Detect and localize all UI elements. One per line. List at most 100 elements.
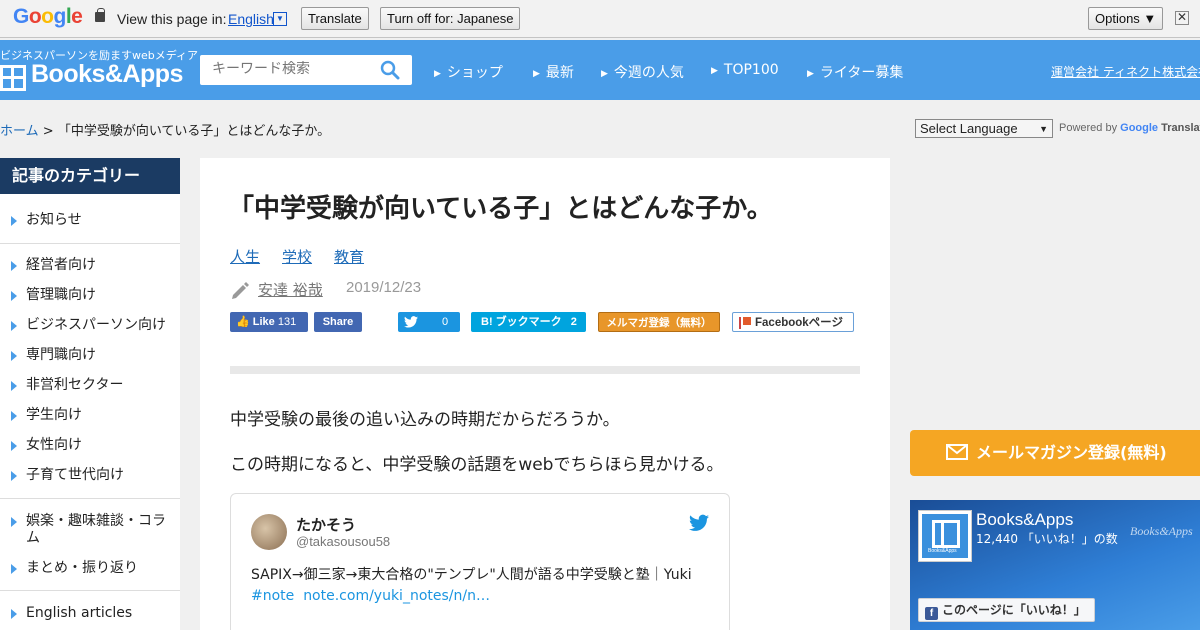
hatena-bookmark-button[interactable]: B! ブックマーク 2 bbox=[471, 312, 586, 332]
page-logo[interactable]: Books&Apps bbox=[918, 510, 972, 562]
google-translate-bar: Google View this page in: English ▼ Tran… bbox=[0, 0, 1200, 38]
hatena-bookmark-label: B! ブックマーク bbox=[481, 316, 562, 328]
nav-latest[interactable]: ▶ 最新 bbox=[533, 62, 574, 82]
sidebar-item-women[interactable]: 女性向け bbox=[0, 437, 180, 454]
language-select[interactable]: Select Language ▼ bbox=[915, 119, 1053, 138]
facebook-page-button[interactable]: Facebookページ bbox=[732, 312, 854, 332]
nav-top100[interactable]: ▶ TOP100 bbox=[711, 62, 779, 78]
turn-off-button[interactable]: Turn off for: Japanese bbox=[380, 7, 521, 30]
caret-right-icon bbox=[11, 441, 17, 451]
hatena-bookmark-count: 2 bbox=[570, 316, 577, 328]
sidebar-heading: 記事のカテゴリー bbox=[0, 158, 180, 194]
caret-right-icon bbox=[11, 381, 17, 391]
sidebar-item-news[interactable]: お知らせ bbox=[0, 212, 180, 229]
facebook-like-button[interactable]: 👍 Like 131 bbox=[230, 312, 308, 332]
translate-label: Translate bbox=[1161, 122, 1200, 134]
tweet-text: SAPIX→御三家→東大合格の"テンプレ"人間が語る中学受験と塾｜Yuki #n… bbox=[251, 565, 711, 607]
mail-magazine-banner[interactable]: メールマガジン登録(無料) bbox=[910, 430, 1200, 476]
embedded-tweet[interactable]: たかそう @takasousou58 SAPIX→御三家→東大合格の"テンプレ"… bbox=[230, 493, 730, 630]
company-link[interactable]: 運営会社 ティネクト株式会社 bbox=[1051, 63, 1200, 80]
facebook-page-label: Facebookページ bbox=[755, 317, 843, 329]
translate-button[interactable]: Translate bbox=[301, 7, 369, 30]
google-small-logo: Google bbox=[1120, 122, 1159, 134]
facebook-page-name[interactable]: Books&Apps bbox=[976, 510, 1073, 530]
tweet-body: SAPIX→御三家→東大合格の"テンプレ"人間が語る中学受験と塾｜Yuki bbox=[251, 567, 692, 583]
mailmag-button[interactable]: メルマガ登録（無料） bbox=[598, 312, 720, 332]
sidebar-item-label: 子育て世代向け bbox=[26, 467, 124, 483]
facebook-like-count: 12,440 「いいね！」の数 bbox=[976, 532, 1118, 546]
sidebar-item-label: 専門職向け bbox=[26, 347, 96, 363]
twitter-bird-icon[interactable] bbox=[689, 514, 709, 532]
twitter-icon bbox=[404, 316, 418, 328]
chevron-down-icon[interactable]: ▼ bbox=[273, 12, 287, 26]
divider bbox=[0, 243, 180, 244]
sidebar-item-english[interactable]: English articles bbox=[0, 605, 180, 622]
nav-shop[interactable]: ▶ ショップ bbox=[434, 62, 503, 82]
language-link[interactable]: English bbox=[228, 11, 274, 27]
divider bbox=[0, 590, 180, 591]
site-logo[interactable]: Books&Apps bbox=[31, 60, 183, 89]
article-paragraph: 中学受験の最後の追い込みの時期だからだろうか。 bbox=[230, 410, 620, 430]
avatar[interactable] bbox=[251, 514, 287, 550]
tag-education[interactable]: 教育 bbox=[334, 246, 364, 267]
caret-right-icon bbox=[11, 321, 17, 331]
logo-icon[interactable] bbox=[0, 65, 26, 91]
caret-right-icon bbox=[11, 471, 17, 481]
tag-school[interactable]: 学校 bbox=[282, 246, 312, 267]
tweet-hashtag[interactable]: #note bbox=[251, 588, 294, 604]
fb-like-count: 131 bbox=[277, 316, 297, 328]
sidebar-item-executives[interactable]: 経営者向け bbox=[0, 257, 180, 274]
tweet-author-handle[interactable]: @takasousou58 bbox=[296, 534, 390, 549]
tweet-author-name[interactable]: たかそう bbox=[296, 514, 356, 535]
powered-by-google: Powered by Google Translate bbox=[1059, 122, 1200, 134]
sidebar-item-students[interactable]: 学生向け bbox=[0, 407, 180, 424]
sidebar-item-summary[interactable]: まとめ・振り返り bbox=[0, 560, 180, 577]
caret-right-icon bbox=[11, 261, 17, 271]
search-input[interactable] bbox=[212, 61, 372, 77]
author-link[interactable]: 安達 裕哉 bbox=[258, 279, 323, 300]
site-header: ビジネスパーソンを励ますwebメディア Books&Apps ▶ショップ ▶最新… bbox=[0, 40, 1200, 100]
caret-right-icon bbox=[11, 291, 17, 301]
sidebar-item-label: 非営利セクター bbox=[26, 377, 124, 393]
powered-by-label: Powered by bbox=[1059, 122, 1118, 134]
facebook-share-button[interactable]: Share bbox=[314, 312, 362, 332]
nav-label: ライター募集 bbox=[819, 65, 904, 81]
sidebar-item-professionals[interactable]: 専門職向け bbox=[0, 347, 180, 364]
sidebar-item-label: 娯楽・趣味雑談・コラム bbox=[26, 513, 166, 546]
caret-right-icon bbox=[11, 564, 17, 574]
nav-writer-recruit[interactable]: ▶ ライター募集 bbox=[807, 62, 903, 82]
tag-life[interactable]: 人生 bbox=[230, 246, 260, 267]
caret-right-icon: ▶ bbox=[601, 69, 608, 79]
sidebar-item-label: English articles bbox=[26, 605, 133, 621]
caret-right-icon bbox=[11, 411, 17, 421]
sidebar-item-entertainment[interactable]: 娯楽・趣味雑談・コラム bbox=[0, 513, 180, 547]
options-button[interactable]: Options ▼ bbox=[1088, 7, 1164, 30]
sidebar-item-business[interactable]: ビジネスパーソン向け bbox=[0, 317, 180, 334]
breadcrumb-current: 「中学受験が向いている子」とはどんな子か。 bbox=[57, 124, 331, 139]
sidebar-item-parents[interactable]: 子育て世代向け bbox=[0, 467, 180, 484]
chevron-down-icon: ▼ bbox=[1039, 124, 1048, 134]
thumbs-up-icon: 👍 bbox=[236, 316, 250, 328]
facebook-page-widget: Books&Apps Books&Apps 12,440 「いいね！」の数 Bo… bbox=[910, 500, 1200, 630]
search-box bbox=[200, 55, 412, 85]
sidebar-item-managers[interactable]: 管理職向け bbox=[0, 287, 180, 304]
caret-right-icon bbox=[11, 517, 17, 527]
article-paragraph: この時期になると、中学受験の話題をwebでちらほら見かける。 bbox=[230, 455, 724, 475]
search-icon[interactable] bbox=[380, 60, 400, 80]
facebook-page-like-button[interactable]: f このページに「いいね！」 bbox=[918, 598, 1095, 622]
sidebar-item-label: 管理職向け bbox=[26, 287, 96, 303]
nav-label: ショップ bbox=[446, 65, 503, 81]
close-icon[interactable]: ✕ bbox=[1175, 11, 1189, 25]
flag-icon bbox=[739, 317, 751, 329]
category-sidebar: 記事のカテゴリー お知らせ 経営者向け 管理職向け ビジネスパーソン向け 専門職… bbox=[0, 158, 180, 630]
divider bbox=[230, 366, 860, 374]
sidebar-item-label: ビジネスパーソン向け bbox=[26, 317, 166, 333]
breadcrumb-home[interactable]: ホーム bbox=[0, 124, 39, 139]
sidebar-item-label: まとめ・振り返り bbox=[26, 560, 138, 576]
facebook-icon: f bbox=[925, 607, 938, 620]
nav-weekly-popular[interactable]: ▶ 今週の人気 bbox=[601, 62, 684, 82]
divider bbox=[0, 498, 180, 499]
sidebar-item-nonprofit[interactable]: 非営利セクター bbox=[0, 377, 180, 394]
tweet-link[interactable]: note.com/yuki_notes/n/n… bbox=[303, 588, 490, 604]
tweet-button[interactable]: 0 bbox=[398, 312, 460, 332]
